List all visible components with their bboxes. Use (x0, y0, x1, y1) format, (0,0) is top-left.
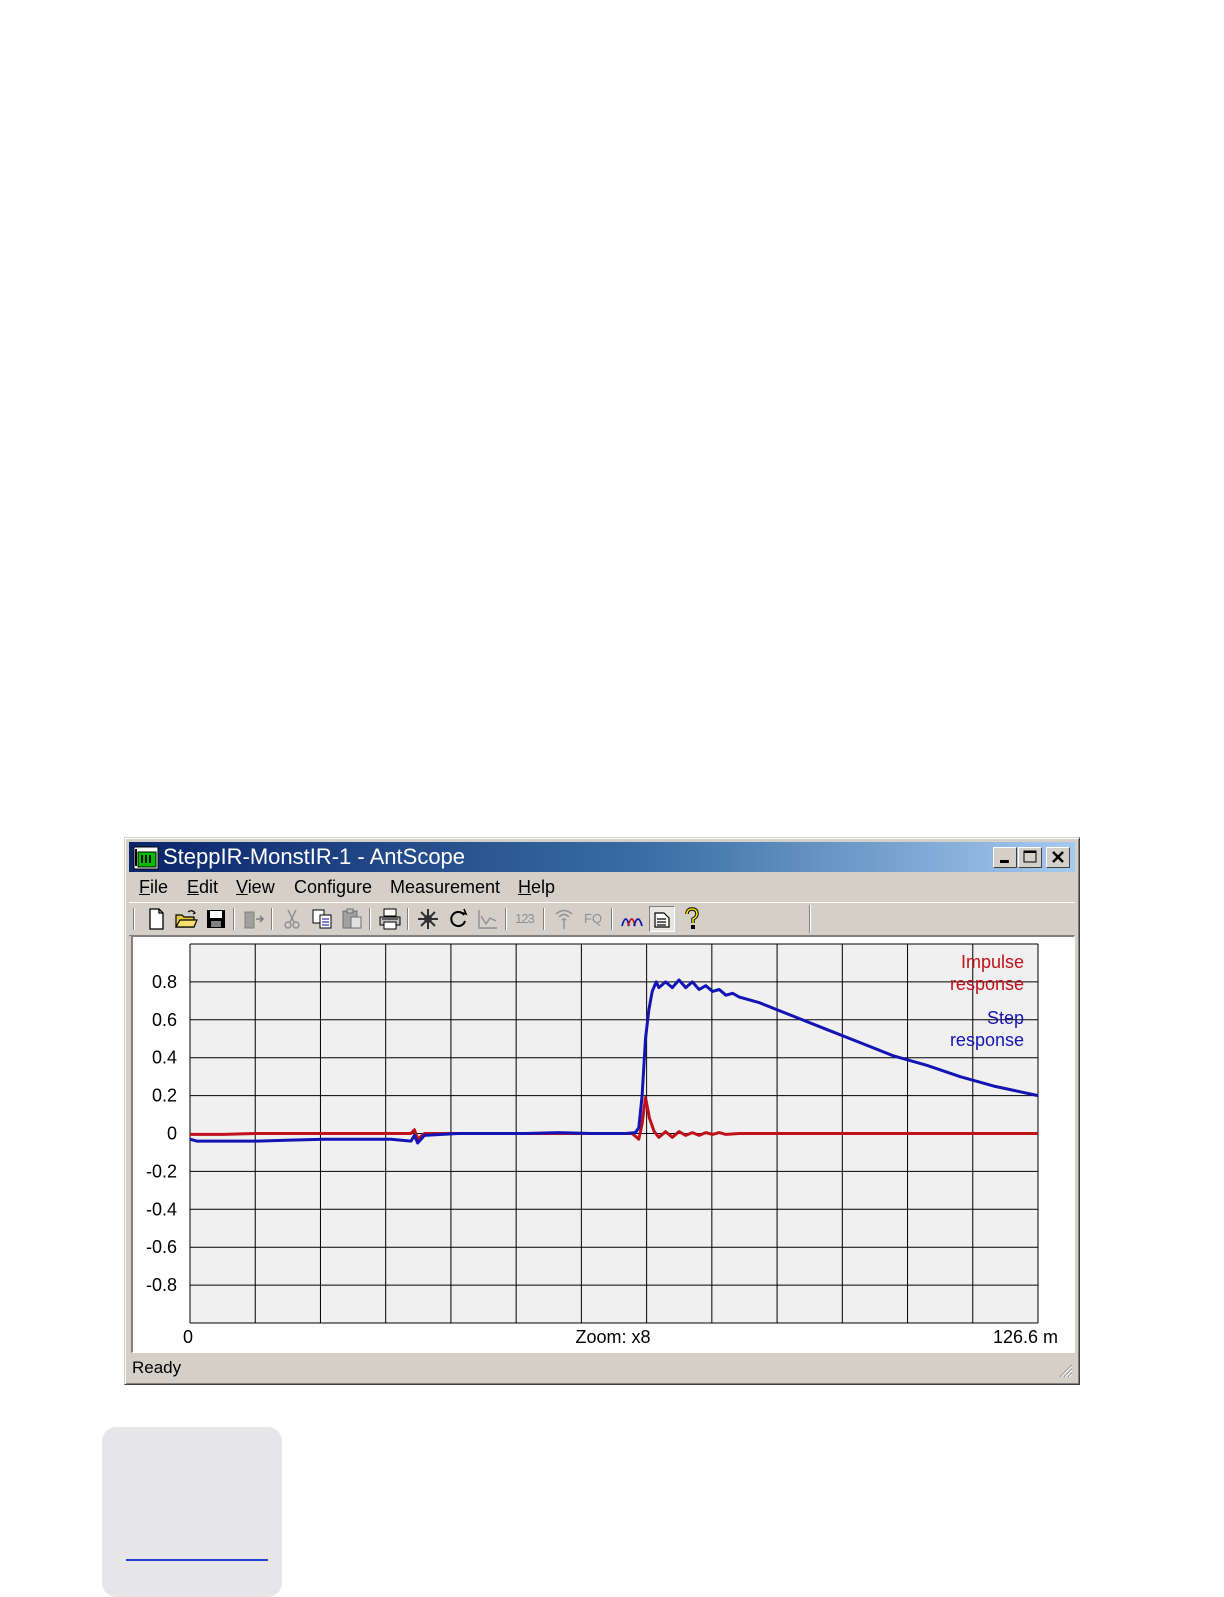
x-axis-end-label: 126.6 m (993, 1327, 1058, 1347)
help-button[interactable] (679, 906, 705, 932)
notes-button[interactable] (649, 906, 675, 932)
cut-button[interactable] (279, 906, 305, 932)
toolbar-end-separator (809, 905, 810, 933)
page-side-tab (102, 1427, 282, 1597)
maximize-button[interactable] (1018, 847, 1042, 868)
legend-step-line1: Step (987, 1008, 1024, 1028)
y-tick-label: -0.4 (146, 1199, 177, 1219)
y-tick-label: 0.4 (152, 1048, 177, 1068)
tdr-button[interactable] (619, 906, 645, 932)
new-button[interactable] (143, 906, 169, 932)
side-tab-link-underline (126, 1559, 268, 1561)
y-tick-label: 0.2 (152, 1086, 177, 1106)
resize-grip-icon[interactable] (1057, 1362, 1073, 1378)
y-tick-label: 0.6 (152, 1010, 177, 1030)
numbers-icon: 123 (515, 911, 535, 926)
menu-bar: File Edit View Configure Measurement Hel… (129, 874, 1075, 900)
y-tick-label: -0.2 (146, 1161, 177, 1181)
refresh-button[interactable] (445, 906, 471, 932)
y-tick-label: -0.8 (146, 1275, 177, 1295)
antenna-icon (555, 909, 573, 929)
paste-button[interactable] (339, 906, 365, 932)
copy-button[interactable] (309, 906, 335, 932)
graph-icon (478, 910, 497, 929)
menu-help[interactable]: Help (518, 877, 555, 898)
x-axis-start-label: 0 (183, 1327, 193, 1347)
toolbar-separator (611, 908, 612, 930)
open-button[interactable] (173, 906, 199, 932)
print-button[interactable] (377, 906, 403, 932)
fq-button[interactable]: FQ (581, 906, 607, 932)
y-tick-label: 0 (167, 1124, 177, 1144)
export-button[interactable] (241, 906, 267, 932)
menu-view[interactable]: View (236, 877, 275, 898)
close-icon (1052, 851, 1064, 863)
scan-button[interactable] (415, 906, 441, 932)
title-bar[interactable]: SteppIR-MonstIR-1 - AntScope (129, 842, 1075, 872)
paste-icon (342, 908, 362, 929)
toolbar-grip (133, 908, 134, 930)
maximize-icon (1023, 850, 1037, 863)
copy-icon (312, 909, 332, 929)
tdr-icon (621, 918, 643, 927)
app-window: SteppIR-MonstIR-1 - AntScope File Edit V… (124, 837, 1080, 1385)
toolbar-separator (505, 908, 506, 930)
graph-button[interactable] (475, 906, 501, 932)
status-bar: Ready (129, 1356, 1075, 1380)
toolbar-separator (233, 908, 234, 930)
minimize-button[interactable] (993, 847, 1017, 868)
antenna-button[interactable] (551, 906, 577, 932)
status-text: Ready (132, 1358, 182, 1377)
toolbar-separator (543, 908, 544, 930)
new-document-icon (149, 908, 164, 930)
print-icon (379, 908, 401, 930)
tdr-chart[interactable]: 0.8 0.6 0.4 0.2 0 -0.2 -0.4 -0.6 -0.8 0 Zoom: x8… (133, 937, 1073, 1351)
menu-edit[interactable]: Edit (187, 877, 218, 898)
y-axis-ticks: 0.8 0.6 0.4 0.2 0 -0.2 -0.4 -0.6 -0.8 (146, 972, 177, 1295)
fq-icon: FQ (584, 911, 603, 926)
close-button[interactable] (1046, 847, 1070, 868)
menu-configure[interactable]: Configure (294, 877, 372, 898)
help-icon (685, 907, 699, 929)
legend-impulse-line2: response (950, 974, 1024, 994)
toolbar-separator (407, 908, 408, 930)
numbers-button[interactable]: 123 (513, 906, 539, 932)
minimize-icon (1000, 860, 1009, 863)
menu-file[interactable]: File (139, 877, 168, 898)
legend-impulse-line1: Impulse (961, 952, 1024, 972)
open-folder-icon (174, 910, 198, 928)
app-icon[interactable] (133, 846, 159, 870)
zoom-label: Zoom: x8 (575, 1327, 650, 1347)
export-icon (244, 911, 265, 929)
toolbar-separator (369, 908, 370, 930)
legend-step-line2: response (950, 1030, 1024, 1050)
cut-icon (284, 909, 300, 929)
toolbar: 123 FQ (129, 902, 1075, 936)
chart-area[interactable]: 0.8 0.6 0.4 0.2 0 -0.2 -0.4 -0.6 -0.8 0 Zoom: x8… (131, 935, 1075, 1353)
y-tick-label: 0.8 (152, 972, 177, 992)
scan-icon (418, 909, 438, 929)
toolbar-separator (271, 908, 272, 930)
notes-icon (654, 912, 670, 928)
save-button[interactable] (203, 906, 229, 932)
save-icon (207, 910, 225, 928)
menu-measurement[interactable]: Measurement (390, 877, 500, 898)
refresh-icon (450, 908, 468, 928)
window-title: SteppIR-MonstIR-1 - AntScope (163, 844, 466, 869)
y-tick-label: -0.6 (146, 1237, 177, 1257)
